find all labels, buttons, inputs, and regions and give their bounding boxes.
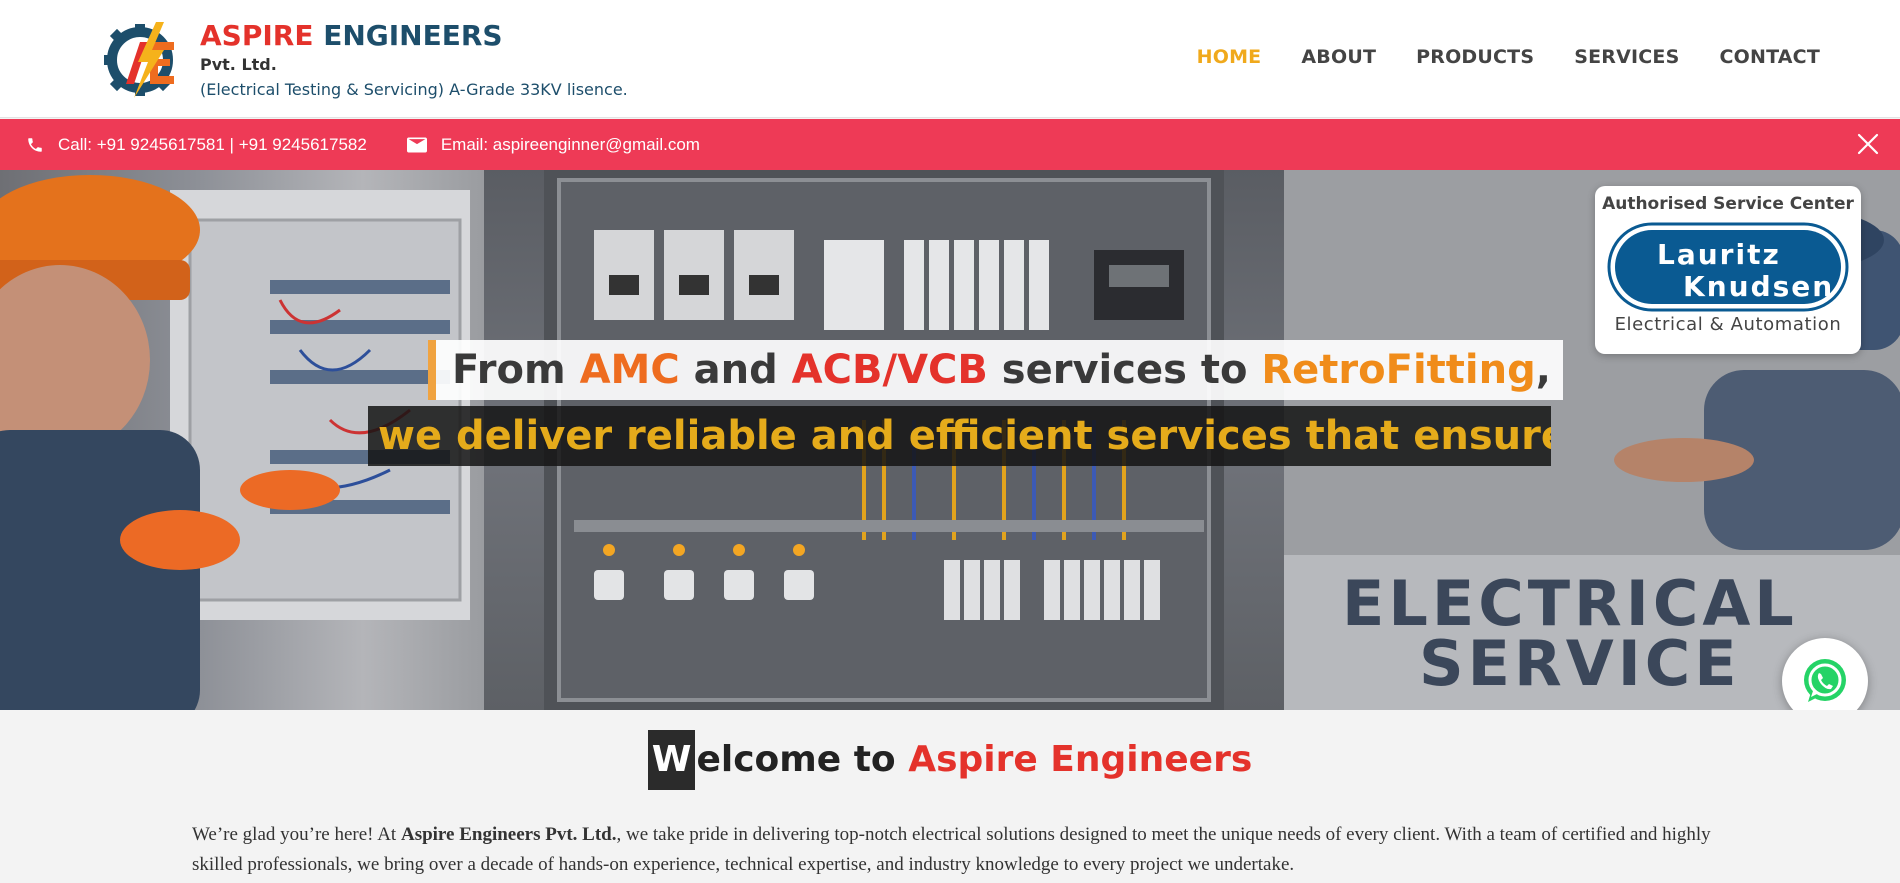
- welcome-body-start: We’re glad you’re here! At: [192, 824, 401, 845]
- welcome-title-highlight: Aspire Engineers: [908, 739, 1253, 780]
- lk-logo-line2: Knudsen: [1683, 270, 1834, 303]
- nav-services[interactable]: SERVICES: [1574, 46, 1679, 68]
- phone-icon: [28, 137, 42, 152]
- authorised-service-card[interactable]: Authorised Service Center Lauritz Knudse…: [1595, 186, 1861, 354]
- brand-block: ASPIRE ENGINEERS Pvt. Ltd. (Electrical T…: [200, 18, 628, 99]
- welcome-cap-letter: W: [647, 730, 696, 790]
- brand-name[interactable]: ASPIRE ENGINEERS: [200, 18, 628, 54]
- email-info[interactable]: Email: aspireenginner@gmail.com: [406, 134, 700, 155]
- brand-name-part2: ENGINEERS: [323, 19, 503, 52]
- hero-headline-line2: we deliver reliable and efficient servic…: [368, 406, 1551, 466]
- hero-bg-text-2: SERVICE: [1419, 627, 1741, 700]
- welcome-heading: Welcome to Aspire Engineers: [0, 730, 1900, 790]
- headline-and: and: [679, 347, 792, 393]
- whatsapp-icon: [1804, 659, 1846, 702]
- mail-icon: [406, 137, 427, 152]
- hero-headline-line1: From AMC and ACB/VCB services to RetroFi…: [428, 340, 1563, 400]
- auth-card-subtitle: Electrical & Automation: [1614, 314, 1842, 335]
- nav-about[interactable]: ABOUT: [1301, 46, 1376, 68]
- welcome-body-company: Aspire Engineers Pvt. Ltd.: [400, 824, 617, 845]
- call-info[interactable]: Call: +91 9245617581 | +91 9245617582: [26, 135, 367, 155]
- aspire-logo-icon[interactable]: [104, 18, 186, 100]
- nav-home[interactable]: HOME: [1197, 46, 1262, 68]
- brand-sub: Pvt. Ltd.: [200, 55, 277, 74]
- hero-banner: ELECTRICAL SERVICE From AMC and ACB/VCB …: [0, 170, 1900, 710]
- nav-products[interactable]: PRODUCTS: [1416, 46, 1534, 68]
- auth-card-title: Authorised Service Center: [1602, 194, 1854, 214]
- nav-contact[interactable]: CONTACT: [1720, 46, 1821, 68]
- headline-from: From: [452, 347, 580, 393]
- call-text: Call: +91 9245617581 | +91 9245617582: [58, 134, 367, 154]
- email-text: Email: aspireenginner@gmail.com: [440, 134, 700, 154]
- headline-comma: ,: [1535, 347, 1551, 393]
- lauritz-knudsen-logo: Lauritz Knudsen: [1607, 222, 1849, 312]
- brand-name-part1: ASPIRE: [200, 19, 314, 52]
- contact-bar: Call: +91 9245617581 | +91 9245617582 Em…: [0, 119, 1900, 170]
- headline-acb-vcb: ACB/VCB: [791, 347, 988, 393]
- welcome-title-rest: elcome to: [696, 739, 909, 780]
- lk-logo-line1: Lauritz: [1657, 238, 1781, 271]
- close-icon[interactable]: [1856, 132, 1880, 156]
- headline-amc: AMC: [579, 347, 680, 393]
- brand-tagline: (Electrical Testing & Servicing) A-Grade…: [200, 80, 628, 99]
- welcome-paragraph: We’re glad you’re here! At Aspire Engine…: [192, 820, 1722, 880]
- main-nav: HOME ABOUT PRODUCTS SERVICES CONTACT: [1197, 46, 1820, 68]
- headline-retrofitting: RetroFitting: [1261, 347, 1536, 393]
- site-header: ASPIRE ENGINEERS Pvt. Ltd. (Electrical T…: [0, 0, 1900, 118]
- headline-services-to: services to: [987, 347, 1262, 393]
